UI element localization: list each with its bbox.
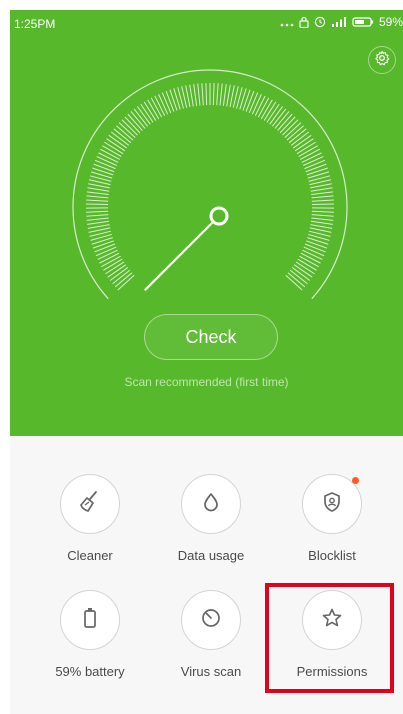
gauge-needle bbox=[144, 214, 221, 291]
gauge-tick bbox=[216, 83, 219, 106]
tool-icon-button[interactable] bbox=[181, 474, 241, 534]
battery-icon bbox=[78, 605, 102, 636]
gauge-tick bbox=[306, 240, 328, 249]
highlight-box bbox=[265, 583, 394, 693]
tool-blocklist[interactable]: Blocklist bbox=[277, 474, 387, 574]
gauge-tick bbox=[86, 203, 109, 206]
check-button[interactable]: Check bbox=[144, 314, 278, 360]
gauge-tick bbox=[189, 84, 194, 107]
gauge-tick bbox=[311, 210, 334, 213]
gauge-tick bbox=[245, 90, 255, 112]
gauge-tick bbox=[96, 156, 118, 166]
gauge-tick bbox=[94, 243, 116, 253]
gauge-tick bbox=[92, 167, 114, 176]
gauge-tick bbox=[185, 85, 191, 108]
notification-dot bbox=[352, 477, 359, 484]
tool-label: 59% battery bbox=[55, 664, 125, 679]
gauge-tick bbox=[226, 84, 231, 107]
gauge-tick bbox=[242, 89, 251, 111]
gauge-tick bbox=[311, 214, 334, 217]
tool-icon-button[interactable] bbox=[60, 474, 120, 534]
droplet-icon bbox=[199, 490, 223, 519]
gauge-tick bbox=[305, 163, 327, 173]
gauge-tick bbox=[311, 195, 334, 199]
gauge-tick bbox=[302, 156, 324, 166]
tool-virus-scan[interactable]: Virus scan bbox=[156, 590, 266, 690]
gauge-tick bbox=[219, 83, 223, 106]
gauge-tick bbox=[86, 195, 109, 199]
gauge-tick bbox=[93, 163, 115, 173]
gauge-tick bbox=[304, 159, 326, 170]
gauge-tick bbox=[197, 83, 201, 106]
gauge-tick bbox=[161, 92, 172, 114]
tool-label: Virus scan bbox=[180, 664, 242, 679]
gauge-tick bbox=[201, 83, 204, 106]
gauge-tick bbox=[310, 183, 332, 189]
gauge-tick bbox=[222, 84, 227, 106]
gauge-tick bbox=[205, 83, 208, 106]
tool-59-battery[interactable]: 59% battery bbox=[35, 590, 145, 690]
gauge-tick bbox=[169, 89, 178, 111]
gauge-tick bbox=[304, 243, 326, 253]
gauge-tick bbox=[94, 159, 116, 170]
gauge-tick bbox=[158, 93, 169, 115]
tool-label: Cleaner bbox=[67, 548, 113, 563]
gauge-tick bbox=[165, 90, 175, 112]
gauge-tick bbox=[311, 203, 334, 206]
tool-cleaner[interactable]: Cleaner bbox=[35, 474, 145, 574]
gauge-tick bbox=[86, 214, 109, 217]
gauge-tick bbox=[302, 249, 323, 260]
broom-icon bbox=[77, 489, 103, 520]
gauge-tick bbox=[86, 199, 109, 202]
gauge-tick bbox=[86, 217, 109, 221]
gauge-tick bbox=[95, 246, 117, 257]
gauge-tick bbox=[311, 199, 334, 202]
scan-hint: Scan recommended (first time) bbox=[124, 375, 289, 389]
gauge-tick bbox=[310, 220, 333, 225]
tool-label: Data usage bbox=[177, 548, 245, 563]
gauge-tick bbox=[97, 249, 118, 260]
gauge-tick bbox=[251, 93, 262, 115]
scan-dial-icon bbox=[199, 606, 223, 635]
gauge-tick bbox=[303, 246, 325, 257]
gauge-tick bbox=[87, 220, 110, 225]
gauge-hub bbox=[209, 206, 229, 226]
gauge-tick bbox=[310, 224, 333, 229]
gauge-tick bbox=[88, 183, 110, 189]
gauge-tick bbox=[87, 187, 110, 192]
gauge-tick bbox=[229, 85, 235, 108]
gauge-tick bbox=[311, 217, 334, 221]
gauge-tick bbox=[86, 210, 109, 213]
gauge-tick bbox=[193, 84, 198, 106]
shield-icon bbox=[320, 490, 344, 519]
tool-icon-button[interactable] bbox=[60, 590, 120, 650]
security-hero: 1:25PM 59% Check Scan recommended (first… bbox=[10, 10, 403, 436]
gauge-tick bbox=[212, 83, 215, 106]
tool-label: Blocklist bbox=[308, 548, 356, 563]
gauge-tick bbox=[310, 187, 333, 192]
tool-data-usage[interactable]: Data usage bbox=[156, 474, 266, 574]
gauge-tick bbox=[311, 191, 334, 196]
tool-icon-button[interactable] bbox=[181, 590, 241, 650]
gauge-tick bbox=[87, 224, 110, 229]
security-gauge bbox=[72, 69, 348, 300]
gauge-tick bbox=[248, 92, 259, 114]
gauge-tick bbox=[92, 240, 114, 249]
gauge-tick bbox=[86, 191, 109, 196]
tool-icon-button[interactable] bbox=[302, 474, 362, 534]
gauge-tick bbox=[306, 167, 328, 176]
